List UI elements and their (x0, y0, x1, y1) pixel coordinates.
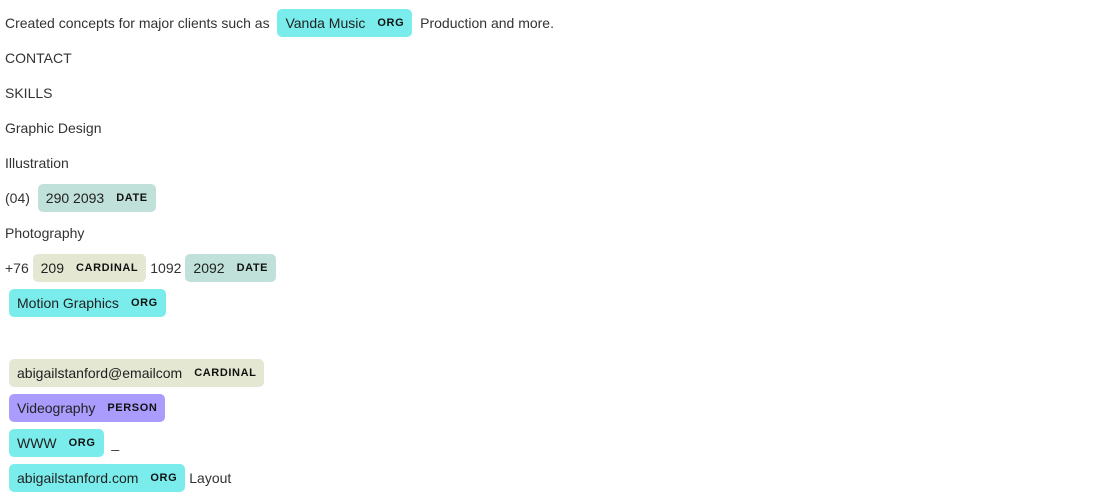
entity-org: abigailstanford.com ORG (9, 463, 186, 492)
text-line-clients: Created concepts for major clients such … (5, 5, 1104, 40)
text-line-skills: SKILLS (5, 75, 1104, 110)
text-line-www: WWW ORG _ (5, 425, 1104, 460)
line-text: SKILLS (5, 84, 53, 101)
line-text: CONTACT (5, 49, 72, 66)
entity-label: CARDINAL (76, 261, 139, 274)
text-line-website: abigailstanford.com ORG Layout (5, 460, 1104, 495)
entity-label: ORG (130, 296, 158, 309)
line-text: Created concepts for major clients such … (5, 14, 274, 31)
line-text: (04) (5, 189, 34, 206)
text-line-graphic-design: Graphic Design (5, 110, 1104, 145)
entity-label: DATE (116, 191, 148, 204)
entity-label: ORG (377, 16, 405, 29)
entity-cardinal: 209 CARDINAL (32, 253, 147, 282)
entity-date: 290 2093 DATE (37, 183, 156, 212)
entity-label: CARDINAL (194, 366, 257, 379)
entity-text: WWW (17, 434, 57, 451)
entity-label: ORG (150, 471, 178, 484)
entity-text: 2092 (193, 259, 225, 276)
entity-label: ORG (68, 436, 96, 449)
entity-org: Vanda Music ORG (277, 8, 413, 37)
entity-text: Videography (17, 399, 96, 416)
line-text: Layout (189, 469, 232, 486)
entity-label: DATE (236, 261, 269, 274)
text-line-illustration: Illustration (5, 145, 1104, 180)
line-text: Production and more. (416, 14, 554, 31)
line-text: Photography (5, 224, 85, 241)
entity-text: Motion Graphics (17, 294, 119, 311)
entity-org: WWW ORG (9, 428, 104, 457)
line-text: Graphic Design (5, 119, 102, 136)
text-line-contact: CONTACT (5, 40, 1104, 75)
text-line-photography: Photography (5, 215, 1104, 250)
text-line-phone-intl: +76 209 CARDINAL 1092 2092 DATE (5, 250, 1104, 285)
line-text: 1092 (150, 259, 182, 276)
text-line-videography: Videography PERSON (5, 390, 1104, 425)
entity-text: 290 2093 (45, 189, 105, 206)
line-text: _ (107, 434, 120, 451)
entity-date: 2092 DATE (185, 253, 277, 282)
line-text: +76 (5, 259, 33, 276)
entity-text: abigailstanford.com (17, 469, 139, 486)
entity-text: abigailstanford@emailcom (17, 364, 183, 381)
line-text: Illustration (5, 154, 69, 171)
text-line-phone: (04) 290 2093 DATE (5, 180, 1104, 215)
entity-text: Vanda Music (285, 14, 366, 31)
entity-cardinal: abigailstanford@emailcom CARDINAL (9, 358, 265, 387)
entity-label: PERSON (107, 401, 158, 414)
ner-document: Created concepts for major clients such … (0, 0, 1104, 495)
text-line-email: abigailstanford@emailcom CARDINAL (5, 355, 1104, 390)
entity-text: 209 (40, 259, 64, 276)
entity-org: Motion Graphics ORG (9, 288, 166, 317)
text-line-motion-graphics: Motion Graphics ORG (5, 285, 1104, 320)
entity-person: Videography PERSON (9, 393, 166, 422)
